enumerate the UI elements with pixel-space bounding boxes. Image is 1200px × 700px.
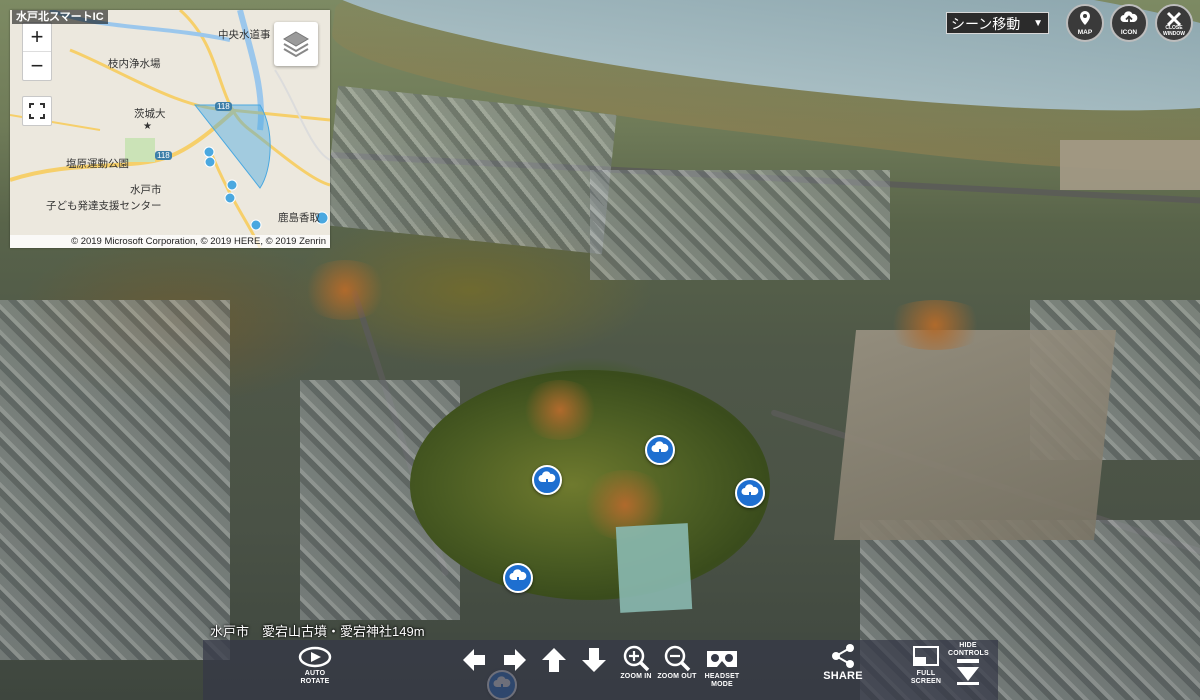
- close-button-label: CLOSE WINDOW: [1163, 25, 1185, 37]
- scene-select-label: シーン移動: [951, 16, 1021, 32]
- field: [833, 330, 1117, 540]
- headset-icon: [707, 651, 737, 667]
- share-button[interactable]: SHARE: [823, 642, 863, 682]
- hotspot-marker[interactable]: [645, 435, 675, 465]
- icon-toggle-button[interactable]: ICON: [1110, 4, 1148, 42]
- map-copyright: © 2019 Microsoft Corporation, © 2019 HER…: [10, 235, 330, 248]
- arrow-down-icon: [582, 648, 606, 672]
- school-building: [615, 523, 693, 613]
- zoom-in-label: ZOOM IN: [620, 673, 652, 680]
- map-toggle-button[interactable]: MAP: [1066, 4, 1104, 42]
- autorotate-button[interactable]: AUTO ROTATE: [291, 644, 339, 685]
- building-block: [323, 85, 617, 255]
- zoom-out-button[interactable]: ZOOM OUT: [655, 643, 699, 681]
- map-button-label: MAP: [1077, 28, 1093, 36]
- map-label: 鹿島香取: [278, 212, 320, 224]
- map-label: 子ども発達支援センター: [46, 200, 162, 212]
- building-block: [590, 170, 890, 280]
- hide-controls-label: HIDE CONTROLS: [948, 642, 989, 657]
- close-window-button[interactable]: CLOSE WINDOW: [1155, 4, 1193, 42]
- cloud-download-icon: [741, 484, 759, 501]
- cloud-download-icon: [651, 441, 669, 458]
- arrow-left-icon: [463, 649, 485, 671]
- hide-controls-icon: [957, 659, 979, 685]
- hide-controls-button[interactable]: HIDE CONTROLS: [948, 642, 989, 687]
- fullscreen-label: FULL SCREEN: [910, 670, 942, 685]
- zoom-out-label: ZOOM OUT: [657, 673, 697, 680]
- chevron-down-icon: ▼: [1033, 18, 1043, 29]
- autumn-trees: [300, 260, 390, 320]
- pan-up-button[interactable]: [538, 646, 570, 674]
- zoom-out-icon: [664, 645, 691, 672]
- fullscreen-icon: [913, 646, 939, 666]
- pan-down-button[interactable]: [578, 646, 610, 674]
- autorotate-label: AUTO ROTATE: [300, 670, 330, 685]
- map-label: 枝内浄水場: [108, 58, 161, 70]
- minimap[interactable]: 水戸北スマートIC 中央水道事 枝内浄水場 茨城大 ★ 塩原運動公園 水戸市 子…: [10, 10, 330, 248]
- university-icon: ★: [143, 121, 152, 132]
- icon-button-label: ICON: [1120, 28, 1138, 36]
- zoom-in-button[interactable]: ZOOM IN: [616, 643, 656, 681]
- map-label: 水戸市: [130, 184, 162, 196]
- scene-caption: 水戸市 愛宕山古墳・愛宕神社149m: [210, 624, 425, 639]
- field: [1060, 140, 1200, 190]
- headset-mode-label: HEADSET MODE: [704, 673, 740, 688]
- map-label: 中央水道事: [218, 29, 271, 41]
- building-block: [0, 300, 230, 660]
- autumn-trees: [520, 380, 600, 440]
- arrow-up-icon: [542, 648, 566, 672]
- map-icon: [1080, 11, 1090, 25]
- pan-right-button[interactable]: [499, 646, 531, 674]
- icon-toggle-icon: [1120, 11, 1138, 24]
- fullscreen-button[interactable]: FULL SCREEN: [907, 642, 945, 685]
- hotspot-marker[interactable]: [503, 563, 533, 593]
- cloud-download-icon: [538, 471, 556, 488]
- fullscreen-icon: [29, 103, 45, 119]
- layers-icon: [283, 31, 309, 58]
- cloud-download-icon: [509, 569, 527, 586]
- map-layers-button[interactable]: [274, 22, 318, 66]
- map-fullscreen-button[interactable]: [22, 96, 52, 126]
- hotspot-marker[interactable]: [532, 465, 562, 495]
- map-title: 水戸北スマートIC: [12, 10, 108, 24]
- route-shield: 118: [155, 151, 172, 160]
- pan-left-button[interactable]: [458, 646, 490, 674]
- route-shield: 118: [215, 102, 232, 111]
- autorotate-icon: [298, 646, 332, 668]
- scene-select-dropdown[interactable]: シーン移動 ▼: [946, 12, 1049, 34]
- headset-mode-button[interactable]: HEADSET MODE: [701, 643, 743, 688]
- map-zoom-out-button[interactable]: −: [23, 51, 51, 80]
- autumn-trees: [880, 300, 990, 350]
- map-label: 茨城大: [134, 108, 166, 120]
- control-bar: AUTO ROTATE ZOOM IN ZOOM OUT HEADSET MOD…: [203, 640, 998, 700]
- hotspot-marker[interactable]: [735, 478, 765, 508]
- arrow-right-icon: [504, 649, 526, 671]
- share-icon: [832, 644, 854, 668]
- map-zoom-control: + −: [22, 22, 52, 81]
- map-label: 塩原運動公園: [66, 158, 129, 170]
- share-label: SHARE: [823, 670, 863, 682]
- zoom-in-icon: [623, 645, 650, 672]
- map-zoom-in-button[interactable]: +: [23, 23, 51, 51]
